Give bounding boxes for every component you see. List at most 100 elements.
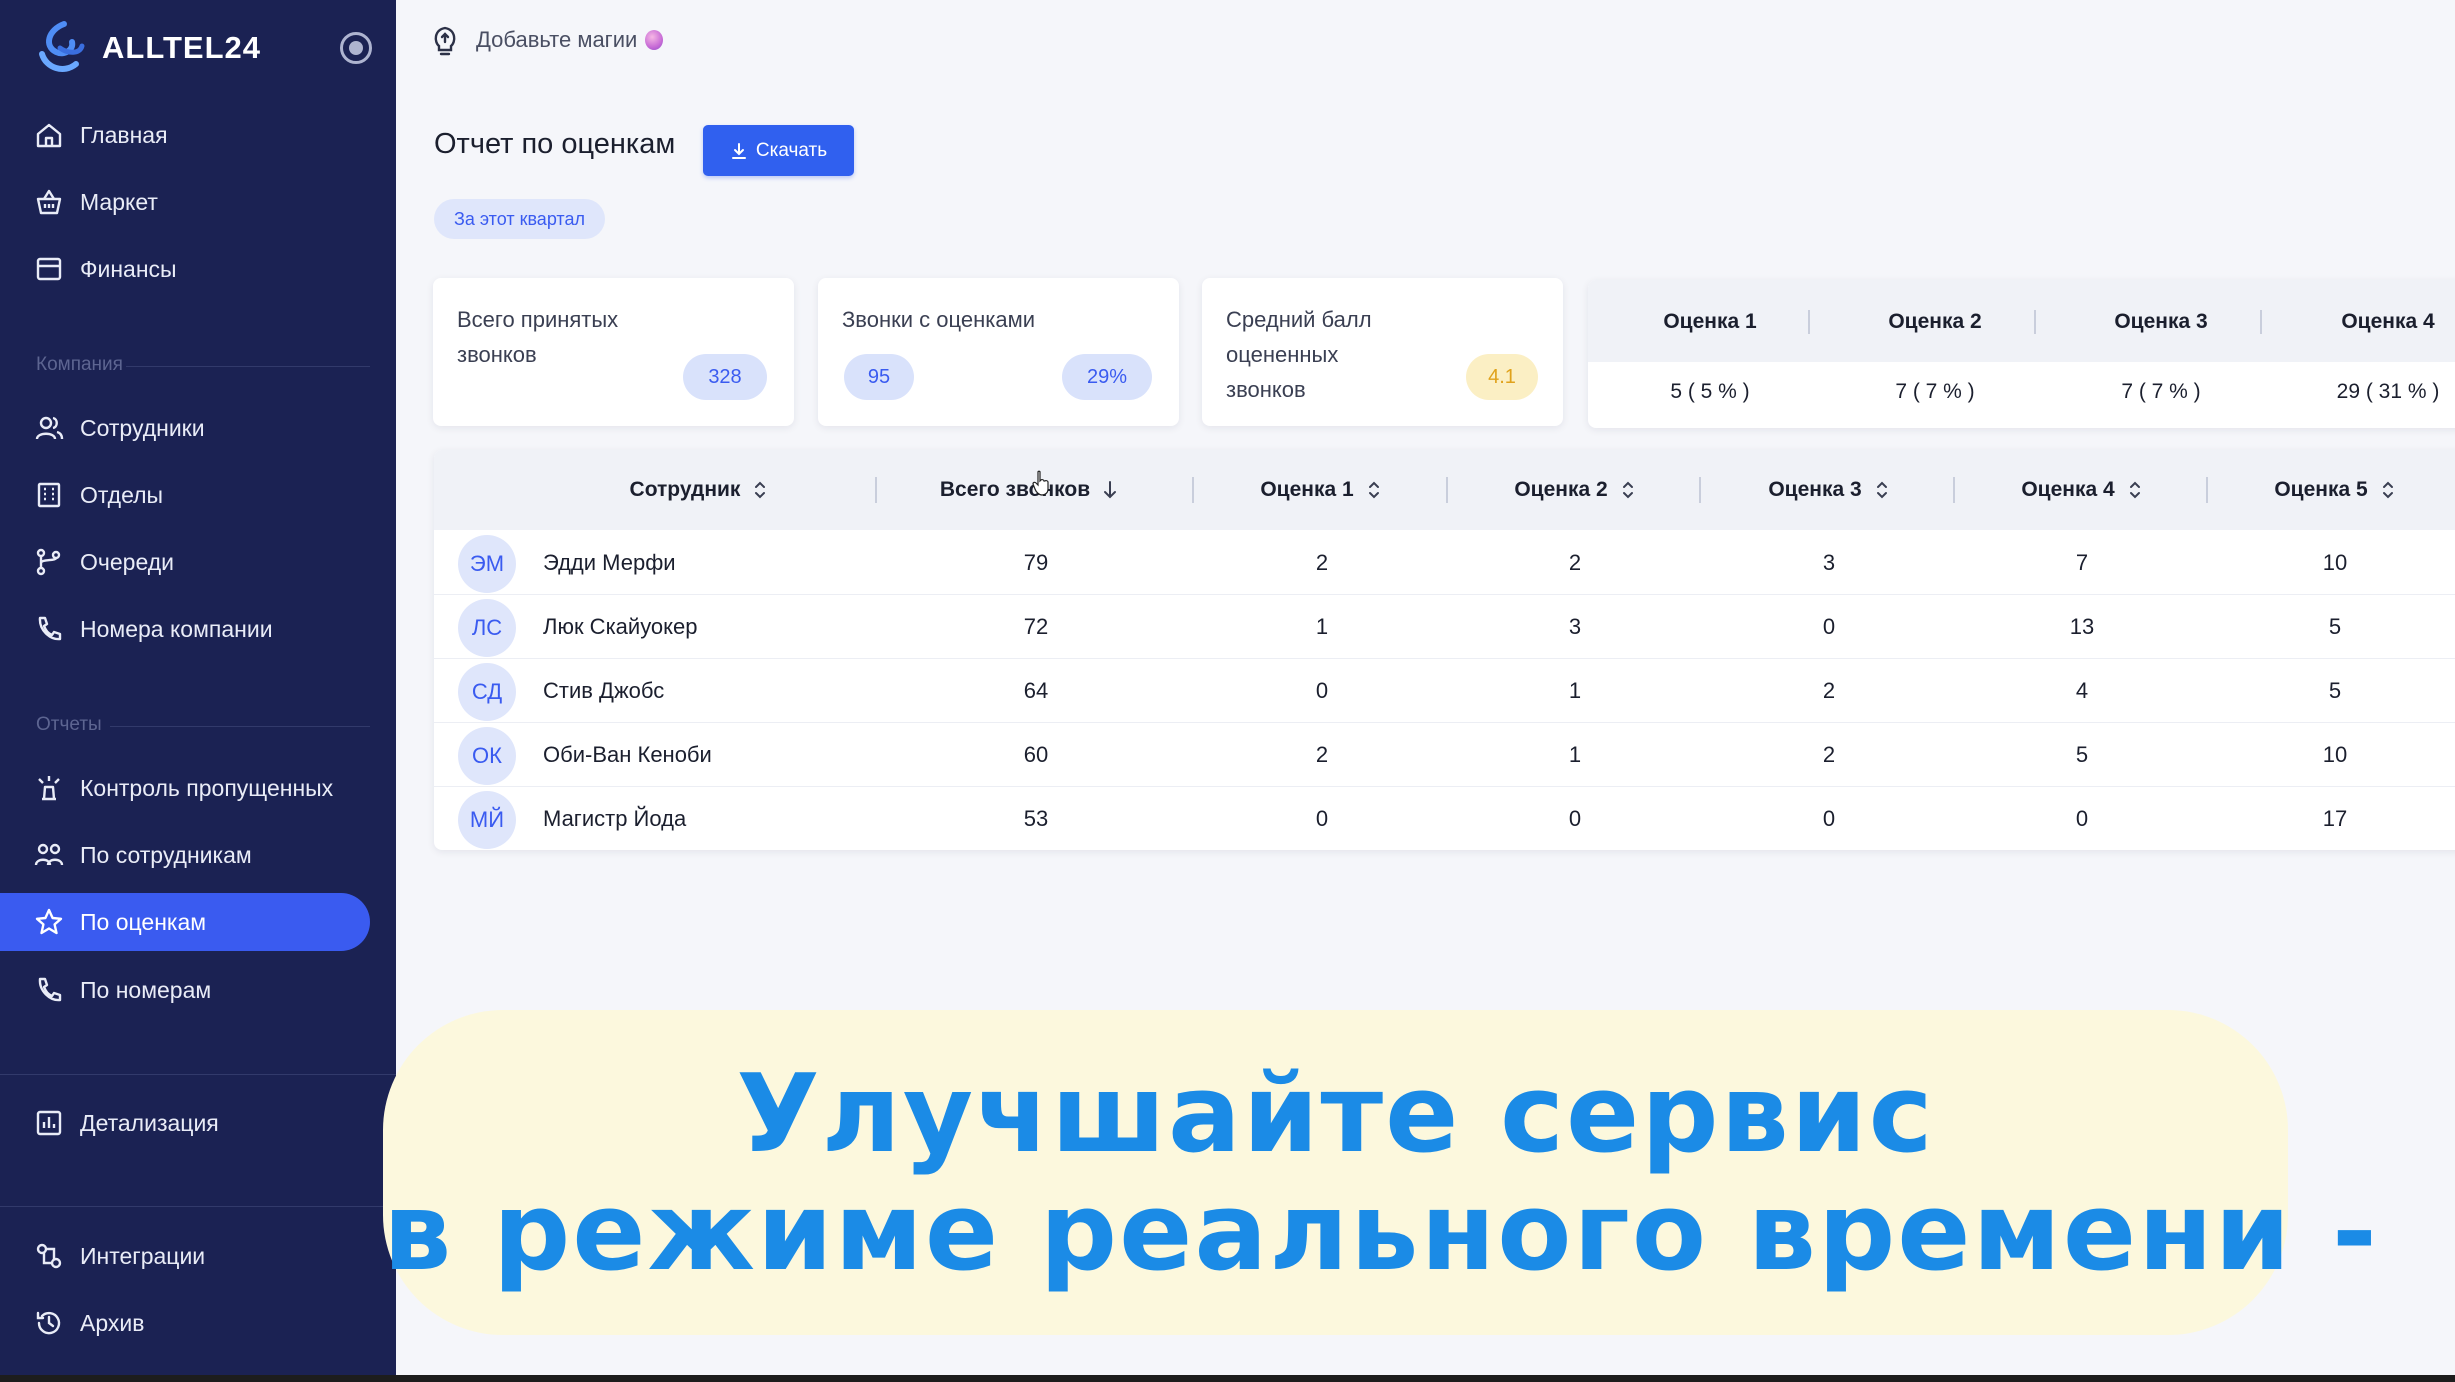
add-magic-link[interactable]: Добавьте магии (430, 20, 664, 60)
sidebar-divider (0, 1074, 396, 1075)
cell-rating-5: 5 (2328, 678, 2342, 703)
sidebar-item-label: Маркет (80, 188, 158, 215)
sort-icon (1876, 481, 1887, 499)
cell-rating-1: 2 (1315, 742, 1329, 767)
download-button[interactable]: Скачать (703, 125, 854, 176)
column-header-rating-5[interactable]: Оценка 5 (2210, 476, 2455, 504)
stat-card-average-score: Средний балл оцененных звонков 4.1 (1202, 278, 1563, 426)
sort-icon (1622, 481, 1633, 499)
avatar: СД (458, 663, 516, 721)
cell-rating-3: 3 (1822, 550, 1836, 575)
cell-rating-2: 0 (1568, 806, 1582, 831)
column-header-label: Оценка 5 (2274, 478, 2368, 501)
mouse-cursor-icon (1032, 470, 1049, 496)
archive-icon (36, 1311, 61, 1335)
cell-rating-1: 0 (1315, 806, 1329, 831)
cell-rating-4: 4 (2075, 678, 2089, 703)
rating-summary-value: 7 ( 7 % ) (1895, 380, 1975, 403)
sidebar-item-queues[interactable]: Очереди (0, 533, 370, 591)
stat-title-line: оцененных (1226, 342, 1339, 367)
details-icon (36, 1110, 62, 1136)
integrations-icon (36, 1243, 62, 1269)
column-header-total-calls[interactable]: Всего звонков (889, 476, 1169, 504)
cell-rating-5: 5 (2328, 614, 2342, 639)
column-header-label: Оценка 2 (1514, 478, 1608, 501)
column-header-rating-3[interactable]: Оценка 3 (1704, 476, 1954, 504)
sidebar-item-label: Главная (80, 121, 168, 148)
cell-total: 79 (1023, 550, 1049, 575)
avatar: ОК (458, 727, 516, 785)
period-filter-chip[interactable]: За этот квартал (434, 199, 605, 239)
column-separator (2260, 310, 2262, 334)
table-row[interactable]: ЛС Люк Скайуокер 72 1 3 0 13 5 (434, 595, 2455, 659)
table-row[interactable]: ЭМ Эдди Мерфи 79 2 2 3 7 10 (434, 531, 2455, 595)
section-divider (126, 366, 370, 367)
sidebar-item-missed-control[interactable]: Контроль пропущенных (0, 759, 370, 817)
table-row[interactable]: МЙ Магистр Йода 53 0 0 0 0 17 (434, 787, 2455, 850)
sort-down-icon (1104, 481, 1117, 499)
cell-total: 72 (1023, 614, 1049, 639)
sidebar-item-by-numbers[interactable]: По номерам (0, 961, 370, 1019)
rating-summary-value: 29 ( 31 % ) (2336, 380, 2440, 403)
avatar: МЙ (458, 791, 516, 849)
sidebar-item-company-numbers[interactable]: Номера компании (0, 600, 370, 658)
logo[interactable]: ALLTEL24 (34, 18, 261, 78)
avatar: ЛС (458, 599, 516, 657)
employees-report-icon (34, 843, 64, 866)
column-header-rating-1[interactable]: Оценка 1 (1196, 476, 1446, 504)
column-header-label: Сотрудник (629, 478, 741, 501)
sidebar-item-by-ratings[interactable]: По оценкам (0, 893, 370, 951)
sidebar-item-label: Архив (80, 1309, 145, 1336)
rating-summary-value: 7 ( 7 % ) (2121, 380, 2201, 403)
cell-rating-5: 10 (2322, 550, 2348, 575)
sidebar-item-label: Контроль пропущенных (80, 774, 334, 801)
column-header-employee[interactable]: Сотрудник (534, 476, 864, 504)
cell-rating-3: 2 (1822, 742, 1836, 767)
cell-rating-4: 5 (2075, 742, 2089, 767)
caption-line-1: Улучшайте сервис (736, 1052, 1935, 1177)
bottom-bar (0, 1375, 2455, 1382)
table-row[interactable]: СД Стив Джобс 64 0 1 2 4 5 (434, 659, 2455, 723)
sort-icon (1368, 481, 1379, 499)
phone-icon (38, 977, 62, 1002)
sidebar-item-archive[interactable]: Архив (0, 1294, 370, 1352)
sidebar-item-label: Интеграции (80, 1242, 206, 1269)
table-row[interactable]: ОК Оби-Ван Кеноби 60 2 1 2 5 10 (434, 723, 2455, 787)
column-separator (1192, 477, 1194, 503)
brand-name: ALLTEL24 (102, 30, 261, 65)
sidebar-item-label: Отделы (80, 481, 164, 508)
sidebar-item-label: Финансы (80, 255, 177, 282)
stat-title-line: Средний балл (1226, 307, 1372, 332)
sidebar-item-home[interactable]: Главная (0, 106, 370, 164)
sidebar-item-by-employees[interactable]: По сотрудникам (0, 826, 370, 884)
star-icon (35, 908, 63, 935)
sidebar-item-finance[interactable]: Финансы (0, 240, 370, 298)
employee-name: Стив Джобс (543, 678, 665, 703)
average-score-value: 4.1 (1466, 354, 1538, 400)
sidebar-item-market[interactable]: Маркет (0, 173, 370, 231)
rated-calls-count: 95 (844, 354, 914, 400)
sidebar-item-departments[interactable]: Отделы (0, 466, 370, 524)
employee-name: Эдди Мерфи (543, 550, 676, 575)
sidebar-item-label: Номера компании (80, 615, 273, 642)
column-header-label: Оценка 1 (1260, 478, 1354, 501)
sidebar-item-integrations[interactable]: Интеграции (0, 1227, 370, 1285)
cell-rating-2: 2 (1568, 550, 1582, 575)
column-header-label: Оценка 3 (1768, 478, 1862, 501)
add-magic-label: Добавьте магии (476, 27, 638, 52)
column-separator (1953, 477, 1955, 503)
cell-rating-1: 2 (1315, 550, 1329, 575)
column-separator (875, 477, 877, 503)
download-button-label: Скачать (755, 139, 828, 161)
sidebar-collapse-button[interactable] (340, 32, 372, 64)
column-header-rating-4[interactable]: Оценка 4 (1957, 476, 2207, 504)
sidebar-item-employees[interactable]: Сотрудники (0, 399, 370, 457)
sidebar: ALLTEL24 Главная Маркет Финансы Компания… (0, 0, 396, 1375)
cell-rating-4: 7 (2075, 550, 2089, 575)
cell-rating-2: 3 (1568, 614, 1582, 639)
users-icon (35, 416, 64, 440)
lightbulb-icon (434, 26, 456, 56)
sidebar-item-label: Детализация (80, 1109, 219, 1136)
column-header-rating-2[interactable]: Оценка 2 (1450, 476, 1700, 504)
sidebar-item-details[interactable]: Детализация (0, 1094, 370, 1152)
